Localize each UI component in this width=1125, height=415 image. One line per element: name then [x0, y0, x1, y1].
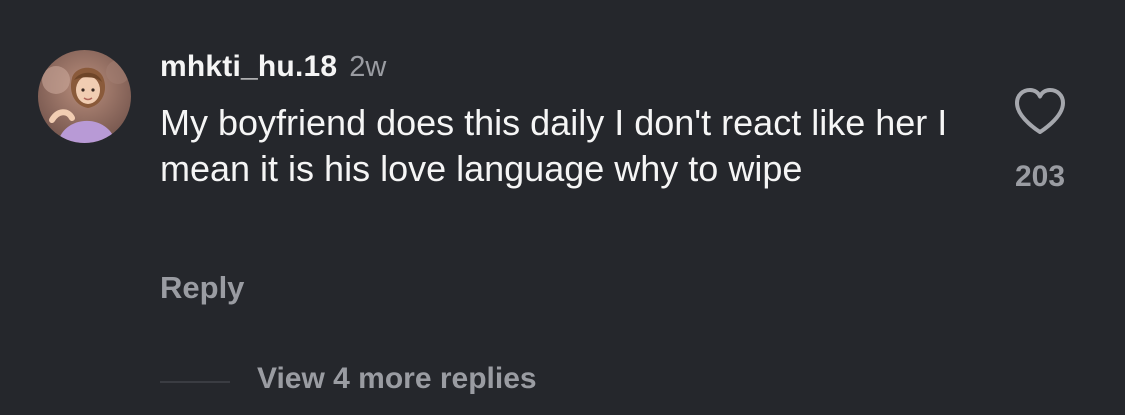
timestamp: 2w	[349, 51, 387, 83]
comment-text: My boyfriend does this daily I don't rea…	[160, 102, 948, 189]
reply-button[interactable]: Reply	[160, 270, 244, 306]
username[interactable]: mhkti_hu.18	[160, 50, 337, 84]
avatar-image	[38, 50, 131, 143]
like-button[interactable]	[1012, 86, 1068, 138]
like-count: 203	[1014, 160, 1066, 193]
view-more-replies-button[interactable]: View 4 more replies	[257, 362, 537, 396]
replies-divider	[160, 381, 230, 383]
comment-header: mhkti_hu.18 2w	[160, 50, 386, 88]
heart-outline-icon	[1015, 88, 1065, 134]
avatar[interactable]	[38, 50, 131, 143]
